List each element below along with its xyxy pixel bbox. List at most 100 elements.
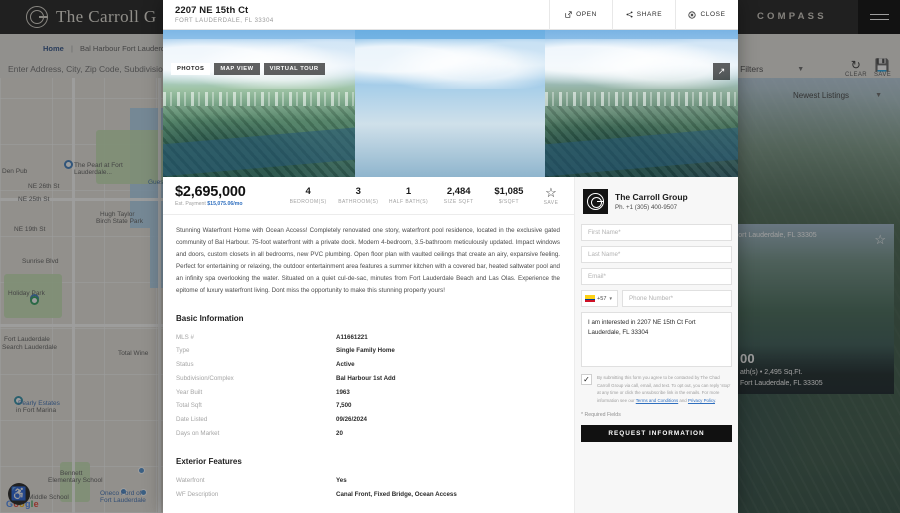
open-button[interactable]: OPEN (549, 0, 612, 30)
row-key: Date Listed (176, 416, 208, 424)
map-dot[interactable] (138, 467, 145, 474)
last-name-field[interactable]: Last Name* (581, 246, 732, 263)
row-value: Yes (336, 476, 347, 484)
property-city-state: FORT LAUDERDALE, FL 33304 (175, 17, 274, 24)
gallery-tab[interactable]: MAP VIEW (214, 63, 260, 75)
map-label: Holiday Park (8, 290, 45, 297)
clear-button[interactable]: ↻ CLEAR (845, 58, 867, 78)
row-key: Total Sqft (176, 402, 202, 410)
phone-number-field[interactable]: Phone Number* (622, 290, 732, 307)
property-details-scroll[interactable]: Stunning Waterfront Home with Ocean Acce… (163, 215, 574, 513)
colombia-flag-icon (585, 295, 595, 302)
expand-icon[interactable]: ↗ (713, 63, 730, 80)
stat-item: 2,484 SIZE SQFT (434, 186, 484, 205)
menu-icon[interactable] (858, 0, 900, 34)
row-key: Year Built (176, 388, 203, 396)
map-label: Sunrise Blvd (22, 258, 59, 265)
brand-logo[interactable]: The Carroll G (0, 6, 157, 28)
brand-name: The Carroll G (56, 7, 157, 26)
consent-period: . (714, 398, 717, 404)
row-key: Waterfront (176, 476, 205, 484)
close-circle-icon (688, 10, 697, 19)
accessibility-icon[interactable]: ♿ (8, 483, 30, 505)
stat-label: $/SQFT (498, 199, 520, 205)
map-label: NE 19th St (14, 226, 46, 233)
stat-label: BEDROOM(S) (289, 199, 327, 205)
gallery-photo-2[interactable] (355, 30, 545, 177)
table-row: Total Sqft 7,500 (176, 399, 560, 413)
photo-gallery[interactable]: PHOTOS MAP VIEW VIRTUAL TOUR ↗ (163, 30, 738, 177)
sort-dropdown[interactable]: Newest Listings ▼ (793, 91, 882, 100)
agent-block: The Carroll Group Ph. +1 (305) 400-9507 (581, 185, 732, 224)
compass-logo: COMPASS (757, 11, 827, 22)
breadcrumb-home[interactable]: Home (43, 44, 64, 53)
est-payment-value[interactable]: $15,075.06/mo (207, 201, 242, 207)
property-price: $2,695,000 (175, 184, 246, 200)
modal-left-column: $2,695,000 Est. Payment $15,075.06/mo 4 B… (163, 177, 575, 513)
row-key: WF Description (176, 490, 219, 498)
consent-text: By submitting this form you agree to be … (597, 374, 732, 405)
gallery-tabs: PHOTOS MAP VIEW VIRTUAL TOUR (171, 63, 325, 75)
stat-items: 4 BEDROOM(S) 3 BATHROOM(S) 1 HALF BATH(S) 2,48… (283, 186, 534, 205)
first-name-field[interactable]: First Name* (581, 224, 732, 241)
close-button[interactable]: CLOSE (675, 0, 738, 30)
save-property-button[interactable]: ☆ SAVE (534, 186, 568, 206)
row-value: 1963 (336, 388, 350, 396)
breadcrumb-current: Bal Harbour Fort Lauderdale (79, 44, 176, 53)
map-pin[interactable] (64, 160, 73, 169)
agent-name: The Carroll Group (615, 192, 688, 202)
map-label: Den Pub (2, 168, 28, 175)
background-listing-card[interactable]: ☆ 00 ath(s) • 2,495 Sq.Ft. Fort Lauderda… (734, 224, 894, 394)
gallery-photo-1[interactable] (163, 30, 355, 177)
consent-checkbox[interactable]: ✓ (581, 374, 592, 385)
clear-label: CLEAR (845, 72, 868, 78)
row-value: 20 (336, 430, 343, 438)
estimated-payment: Est. Payment $15,075.06/mo (175, 201, 283, 207)
share-icon (626, 11, 633, 18)
chevron-down-icon: ▼ (797, 65, 805, 73)
request-information-button[interactable]: REQUEST INFORMATION (581, 424, 732, 442)
table-row: WF Description Canal Front, Fixed Bridge,… (176, 488, 560, 502)
consent-row: ✓ By submitting this form you agree to b… (581, 374, 732, 405)
floppy-icon: 💾 (874, 58, 891, 72)
stat-item: $1,085 $/SQFT (484, 186, 534, 205)
map-label: Lauderdale... (74, 169, 112, 176)
row-value: 7,500 (336, 402, 352, 410)
stat-value: 1 (405, 186, 412, 197)
table-row: Waterfront Yes (176, 474, 560, 488)
basic-information-title: Basic Information (176, 313, 244, 323)
background-listing-address-top: Fort Lauderdale, FL 33305 (734, 232, 817, 239)
map-label: Search Lauderdale (2, 344, 57, 351)
row-value: Active (336, 361, 355, 369)
stat-value: 4 (305, 186, 311, 197)
listing-card-price: 00 (740, 350, 755, 366)
contact-form-panel: The Carroll Group Ph. +1 (305) 400-9507 … (575, 177, 738, 513)
modal-header: 2207 NE 15th Ct FORT LAUDERDALE, FL 3330… (163, 0, 738, 30)
gallery-photo-3[interactable] (545, 30, 738, 177)
agent-phone[interactable]: Ph. +1 (305) 400-9507 (615, 204, 688, 211)
row-value: Canal Front, Fixed Bridge, Ocean Access (336, 490, 457, 498)
price-block: $2,695,000 Est. Payment $15,075.06/mo (175, 184, 283, 207)
gallery-tab[interactable]: PHOTOS (171, 63, 211, 75)
stat-label: HALF BATH(S) (388, 199, 429, 205)
external-link-icon (565, 11, 572, 18)
table-row: Status Active (176, 358, 560, 372)
property-detail-modal: 2207 NE 15th Ct FORT LAUDERDALE, FL 3330… (163, 0, 738, 513)
row-value: 09/26/2024 (336, 416, 367, 424)
row-key: Days on Market (176, 430, 220, 438)
map-label: NE 25th St (18, 196, 50, 203)
star-icon: ☆ (545, 184, 557, 200)
message-textarea[interactable]: I am interested in 2207 NE 15th Ct Fort … (581, 312, 732, 367)
email-field[interactable]: Email* (581, 268, 732, 285)
table-row: Type Single Family Home (176, 344, 560, 358)
gallery-tab[interactable]: VIRTUAL TOUR (263, 63, 325, 75)
row-value: A11661221 (336, 333, 368, 341)
property-stats-bar: $2,695,000 Est. Payment $15,075.06/mo 4 B… (163, 177, 574, 215)
listing-card-specs: ath(s) • 2,495 Sq.Ft. (740, 369, 803, 376)
filters-dropdown[interactable]: e Filters ▼ (733, 64, 804, 74)
country-code-select[interactable]: +57 ▼ (581, 290, 618, 307)
share-button[interactable]: SHARE (612, 0, 675, 30)
privacy-policy-link[interactable]: Privacy Policy (688, 398, 715, 403)
terms-and-conditions-link[interactable]: Terms and Conditions (636, 398, 678, 403)
save-search-button[interactable]: 💾 SAVE (874, 58, 891, 78)
